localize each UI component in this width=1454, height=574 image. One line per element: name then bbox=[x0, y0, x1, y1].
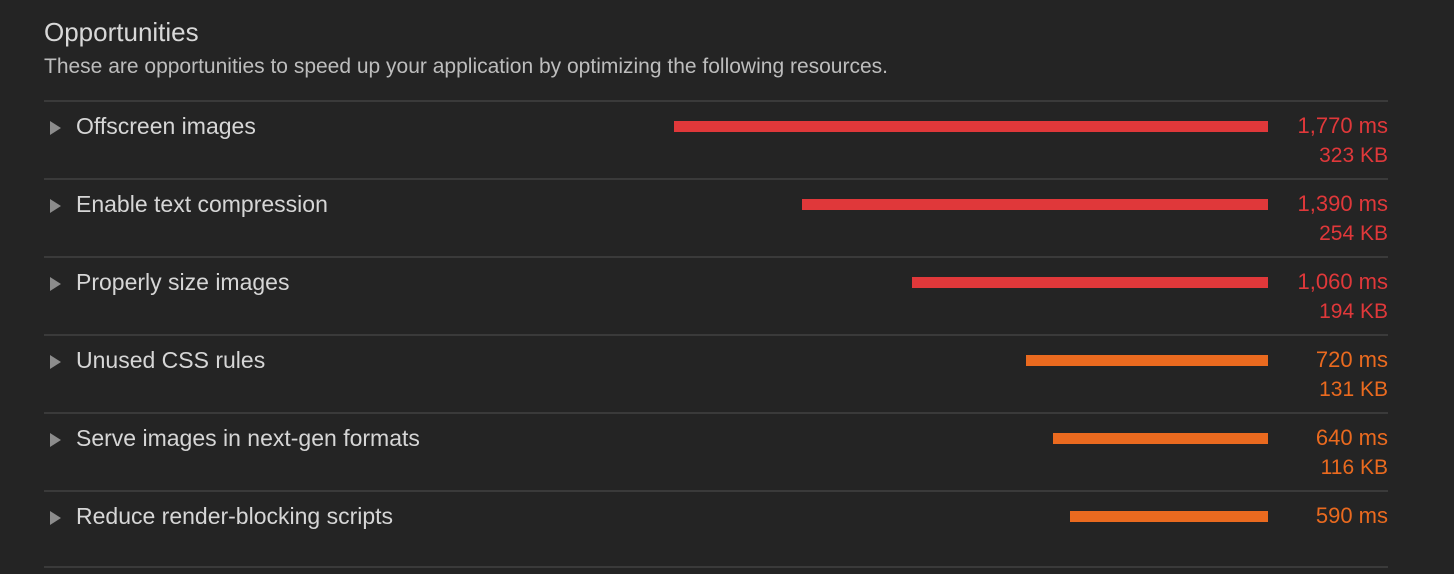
savings-bar bbox=[912, 277, 1268, 288]
savings-bar-track bbox=[664, 355, 1268, 366]
bottom-divider bbox=[44, 566, 1388, 568]
savings-bar-track bbox=[664, 199, 1268, 210]
opportunities-panel: Opportunities These are opportunities to… bbox=[44, 14, 1388, 570]
savings-ms: 1,770 ms bbox=[1297, 113, 1389, 138]
savings-bar-track bbox=[664, 433, 1268, 444]
savings-bar-track bbox=[664, 277, 1268, 288]
savings-bar bbox=[802, 199, 1268, 210]
opportunity-row[interactable]: Offscreen images 1,770 ms 323 KB bbox=[44, 102, 1388, 180]
expand-triangle-icon[interactable] bbox=[50, 433, 61, 447]
opportunity-row[interactable]: Properly size images 1,060 ms 194 KB bbox=[44, 258, 1388, 336]
savings-bar-track bbox=[664, 121, 1268, 132]
opportunity-label: Enable text compression bbox=[76, 191, 328, 217]
opportunity-label: Serve images in next-gen formats bbox=[76, 425, 420, 451]
expand-triangle-icon[interactable] bbox=[50, 355, 61, 369]
savings-kb: 254 KB bbox=[1319, 222, 1388, 245]
opportunity-row[interactable]: Enable text compression 1,390 ms 254 KB bbox=[44, 180, 1388, 258]
savings-bar bbox=[1026, 355, 1268, 366]
opportunities-list: Offscreen images 1,770 ms 323 KB Enable … bbox=[44, 100, 1388, 570]
opportunity-row[interactable]: Unused CSS rules 720 ms 131 KB bbox=[44, 336, 1388, 414]
savings-bar-track bbox=[664, 511, 1268, 522]
savings-kb: 116 KB bbox=[1320, 456, 1388, 479]
savings-bar bbox=[1053, 433, 1268, 444]
expand-triangle-icon[interactable] bbox=[50, 511, 61, 525]
opportunity-label: Unused CSS rules bbox=[76, 347, 266, 373]
opportunity-label: Reduce render-blocking scripts bbox=[76, 503, 394, 529]
expand-triangle-icon[interactable] bbox=[50, 277, 61, 291]
savings-bar bbox=[674, 121, 1268, 132]
opportunity-label: Properly size images bbox=[76, 269, 290, 295]
savings-ms: 1,390 ms bbox=[1297, 191, 1389, 216]
section-subtitle: These are opportunities to speed up your… bbox=[44, 55, 888, 78]
section-title: Opportunities bbox=[44, 17, 199, 47]
savings-ms: 1,060 ms bbox=[1297, 269, 1389, 294]
opportunity-row[interactable]: Serve images in next-gen formats 640 ms … bbox=[44, 414, 1388, 492]
savings-ms: 590 ms bbox=[1315, 503, 1388, 528]
expand-triangle-icon[interactable] bbox=[50, 121, 61, 135]
savings-bar bbox=[1070, 511, 1268, 522]
savings-kb: 131 KB bbox=[1319, 378, 1388, 401]
savings-ms: 640 ms bbox=[1315, 425, 1388, 450]
savings-ms: 720 ms bbox=[1315, 347, 1388, 372]
opportunity-label: Offscreen images bbox=[76, 113, 256, 139]
opportunity-row[interactable]: Reduce render-blocking scripts 590 ms bbox=[44, 492, 1388, 570]
expand-triangle-icon[interactable] bbox=[50, 199, 61, 213]
savings-kb: 194 KB bbox=[1319, 300, 1388, 323]
savings-kb: 323 KB bbox=[1319, 144, 1388, 167]
